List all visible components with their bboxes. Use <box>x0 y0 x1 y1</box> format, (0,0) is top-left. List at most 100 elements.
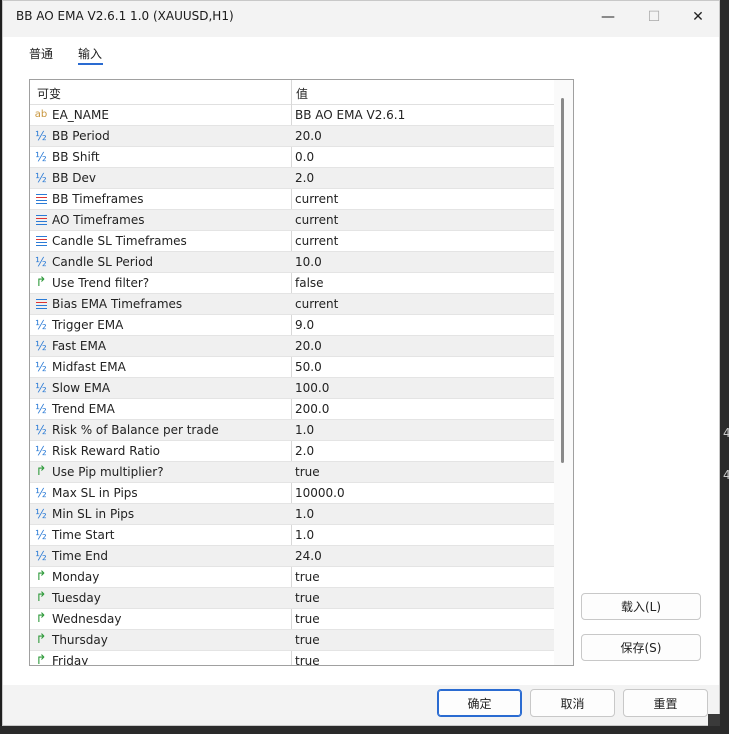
parameter-value[interactable]: current <box>295 297 338 311</box>
parameter-row[interactable]: ½ Midfast EMA 50.0 <box>30 357 554 378</box>
parameter-value[interactable]: 20.0 <box>295 129 322 143</box>
parameter-value[interactable]: 1.0 <box>295 507 314 521</box>
parameter-name: Friday <box>52 654 89 666</box>
boolean-type-icon: ↱ <box>35 464 47 479</box>
parameter-row[interactable]: ½ BB Period 20.0 <box>30 126 554 147</box>
double-type-icon: ½ <box>35 486 47 500</box>
parameter-row[interactable]: ½ BB Shift 0.0 <box>30 147 554 168</box>
close-button[interactable]: ✕ <box>675 1 721 33</box>
parameter-rows: ab EA_NAME BB AO EMA V2.6.1 ½ BB Period 20.0 ½… <box>30 105 554 666</box>
boolean-type-icon: ↱ <box>35 611 47 626</box>
parameter-value[interactable]: 20.0 <box>295 339 322 353</box>
parameter-value[interactable]: 1.0 <box>295 423 314 437</box>
parameter-row[interactable]: ½ Risk Reward Ratio 2.0 <box>30 441 554 462</box>
parameter-value[interactable]: 1.0 <box>295 528 314 542</box>
column-header-value[interactable]: 值 <box>296 85 308 102</box>
parameter-value[interactable]: true <box>295 633 320 647</box>
parameter-row[interactable]: ½ Trigger EMA 9.0 <box>30 315 554 336</box>
double-type-icon: ½ <box>35 255 47 269</box>
parameter-value[interactable]: 2.0 <box>295 171 314 185</box>
parameter-name: Use Trend filter? <box>52 276 150 290</box>
parameter-row[interactable]: ½ BB Dev 2.0 <box>30 168 554 189</box>
parameter-row[interactable]: ↱ Wednesday true <box>30 609 554 630</box>
parameter-name: Candle SL Period <box>52 255 154 269</box>
minimize-button[interactable]: — <box>585 1 631 33</box>
parameter-row[interactable]: ↱ Use Pip multiplier? true <box>30 462 554 483</box>
parameter-name: EA_NAME <box>52 108 109 122</box>
parameter-value[interactable]: false <box>295 276 324 290</box>
double-type-icon: ½ <box>35 171 47 185</box>
parameter-row[interactable]: ½ Slow EMA 100.0 <box>30 378 554 399</box>
parameter-row[interactable]: Bias EMA Timeframes current <box>30 294 554 315</box>
parameter-row[interactable]: ½ Max SL in Pips 10000.0 <box>30 483 554 504</box>
parameter-name: BB Dev <box>52 171 97 185</box>
column-header-variable[interactable]: 可变 <box>37 85 61 102</box>
parameter-row[interactable]: ½ Min SL in Pips 1.0 <box>30 504 554 525</box>
parameter-name: Bias EMA Timeframes <box>52 297 183 311</box>
maximize-button[interactable]: ☐ <box>631 1 677 33</box>
parameter-row[interactable]: ½ Time End 24.0 <box>30 546 554 567</box>
parameter-value[interactable]: 100.0 <box>295 381 329 395</box>
parameter-value[interactable]: 10000.0 <box>295 486 345 500</box>
background-edge-text: 4 <box>723 426 729 440</box>
parameter-value[interactable]: current <box>295 234 338 248</box>
parameter-value[interactable]: true <box>295 654 320 665</box>
resize-grip[interactable] <box>708 714 720 726</box>
save-button[interactable]: 保存(S) <box>581 634 701 661</box>
tab-inputs[interactable]: 输入 <box>78 45 102 62</box>
parameter-value[interactable]: current <box>295 213 338 227</box>
parameter-value[interactable]: BB AO EMA V2.6.1 <box>295 108 405 122</box>
scrollbar-thumb[interactable] <box>561 98 564 463</box>
parameter-value[interactable]: true <box>295 612 320 626</box>
parameter-value[interactable]: true <box>295 591 320 605</box>
parameter-value[interactable]: 24.0 <box>295 549 322 563</box>
enum-type-icon <box>34 297 48 311</box>
parameter-row[interactable]: ↱ Monday true <box>30 567 554 588</box>
parameter-value[interactable]: 9.0 <box>295 318 314 332</box>
load-button[interactable]: 载入(L) <box>581 593 701 620</box>
background-terminal-bottom <box>0 726 729 734</box>
boolean-type-icon: ↱ <box>35 569 47 584</box>
inputs-panel: 可变 值 ab EA_NAME BB AO EMA V2.6.1 ½ BB Period… <box>3 67 719 685</box>
parameter-row[interactable]: BB Timeframes current <box>30 189 554 210</box>
vertical-scrollbar[interactable] <box>554 80 573 665</box>
parameter-row[interactable]: ½ Fast EMA 20.0 <box>30 336 554 357</box>
parameter-row[interactable]: ½ Risk % of Balance per trade 1.0 <box>30 420 554 441</box>
tab-common[interactable]: 普通 <box>29 45 53 62</box>
parameter-value[interactable]: 2.0 <box>295 444 314 458</box>
double-type-icon: ½ <box>35 528 47 542</box>
parameter-value[interactable]: true <box>295 570 320 584</box>
double-type-icon: ½ <box>35 129 47 143</box>
parameter-name: Use Pip multiplier? <box>52 465 164 479</box>
parameter-name: Time Start <box>52 528 115 542</box>
parameter-row[interactable]: ↱ Friday true <box>30 651 554 666</box>
parameter-value[interactable]: 10.0 <box>295 255 322 269</box>
parameter-row[interactable]: ↱ Use Trend filter? false <box>30 273 554 294</box>
parameter-row[interactable]: ½ Candle SL Period 10.0 <box>30 252 554 273</box>
title-bar[interactable]: BB AO EMA V2.6.1 1.0 (XAUUSD,H1) — ☐ ✕ <box>3 1 719 33</box>
maximize-icon: ☐ <box>647 9 661 25</box>
parameter-row[interactable]: ↱ Thursday true <box>30 630 554 651</box>
parameter-value[interactable]: 0.0 <box>295 150 314 164</box>
double-type-icon: ½ <box>35 549 47 563</box>
parameter-value[interactable]: current <box>295 192 338 206</box>
reset-button[interactable]: 重置 <box>623 689 708 717</box>
parameter-value[interactable]: true <box>295 465 320 479</box>
parameter-value[interactable]: 200.0 <box>295 402 329 416</box>
input-parameters-dialog: BB AO EMA V2.6.1 1.0 (XAUUSD,H1) — ☐ ✕ 普… <box>2 0 720 726</box>
parameter-row[interactable]: ↱ Tuesday true <box>30 588 554 609</box>
parameter-value[interactable]: 50.0 <box>295 360 322 374</box>
enum-type-icon <box>34 213 48 227</box>
ok-button[interactable]: 确定 <box>437 689 522 717</box>
enum-type-icon <box>34 234 48 248</box>
cancel-button[interactable]: 取消 <box>530 689 615 717</box>
parameter-row[interactable]: ½ Time Start 1.0 <box>30 525 554 546</box>
double-type-icon: ½ <box>35 150 47 164</box>
parameter-row[interactable]: Candle SL Timeframes current <box>30 231 554 252</box>
parameter-name: Min SL in Pips <box>52 507 135 521</box>
boolean-type-icon: ↱ <box>35 590 47 605</box>
parameter-row[interactable]: ½ Trend EMA 200.0 <box>30 399 554 420</box>
parameter-name: Tuesday <box>52 591 101 605</box>
parameter-row[interactable]: AO Timeframes current <box>30 210 554 231</box>
parameter-row[interactable]: ab EA_NAME BB AO EMA V2.6.1 <box>30 105 554 126</box>
